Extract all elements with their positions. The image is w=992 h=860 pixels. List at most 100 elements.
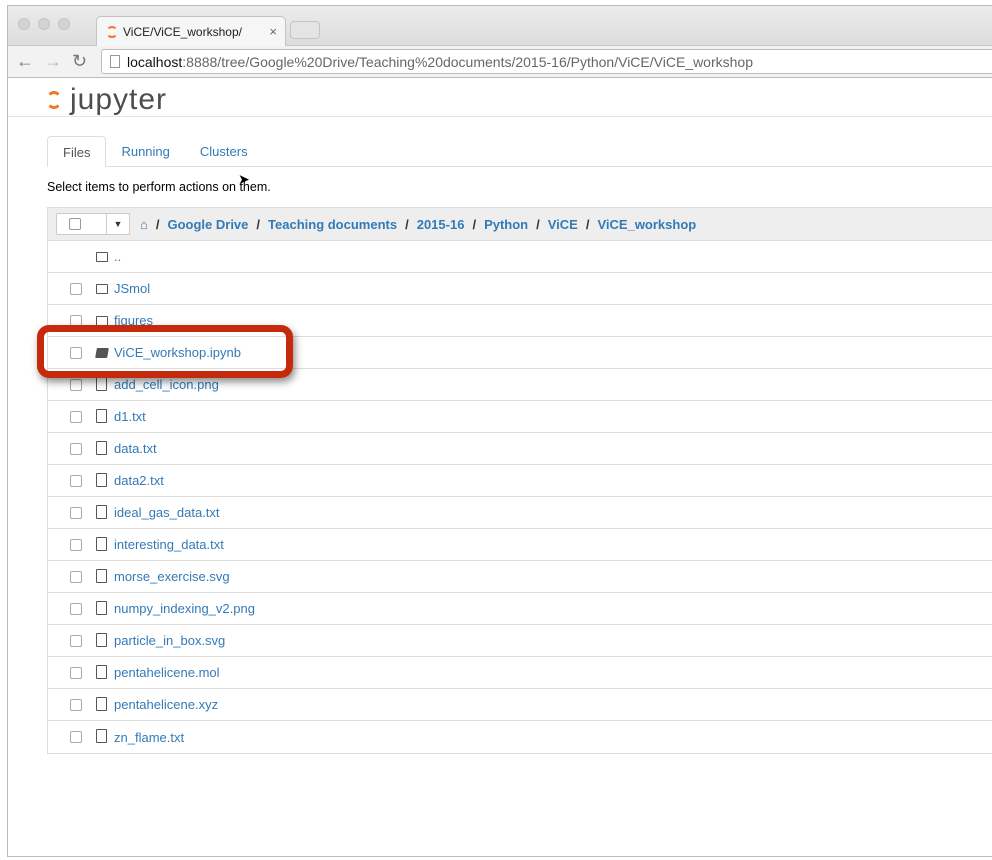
item-link[interactable]: data.txt [114,441,157,456]
breadcrumb-item[interactable]: Teaching documents [268,217,397,232]
breadcrumb-item[interactable]: 2015-16 [417,217,465,232]
jupyter-logo-icon [46,91,62,109]
folder-icon [96,315,108,326]
item-checkbox[interactable] [70,666,82,679]
breadcrumb: / Google Drive / Teaching documents / 2015-16… [148,217,696,232]
item-checkbox[interactable] [70,602,82,615]
file-icon [96,505,107,519]
list-item[interactable]: d1.txt [48,401,992,433]
close-window-button[interactable] [18,18,30,30]
file-icon [96,377,107,391]
list-item[interactable]: morse_exercise.svg [48,561,992,593]
file-icon [96,729,107,743]
address-bar[interactable]: localhost:8888/tree/Google%20Drive/Teach… [101,49,992,74]
item-checkbox[interactable] [70,731,82,743]
list-item[interactable]: pentahelicene.xyz [48,689,992,721]
item-checkbox[interactable] [70,538,82,551]
tab-title: ViCE/ViCE_workshop/ [123,25,242,39]
item-link[interactable]: pentahelicene.mol [114,665,220,680]
main-tabs: Files Running Clusters [47,136,992,167]
list-item[interactable]: numpy_indexing_v2.png [48,593,992,625]
home-icon[interactable]: ⌂ [140,217,148,232]
item-checkbox[interactable] [70,570,82,583]
breadcrumb-item[interactable]: ViCE [548,217,578,232]
forward-icon[interactable]: → [44,51,62,72]
item-link[interactable]: JSmol [114,281,150,296]
breadcrumb-separator: / [405,216,409,232]
list-header: ▼ ⌂ / Google Drive / Teaching documents / 201… [48,208,992,241]
header-divider [8,116,992,117]
tab-bar: ViCE/ViCE_workshop/ × [8,6,992,47]
item-link[interactable]: numpy_indexing_v2.png [114,601,255,616]
file-icon [96,633,107,647]
file-icon [96,409,107,423]
zoom-window-button[interactable] [58,18,70,30]
list-item[interactable]: interesting_data.txt [48,529,992,561]
item-checkbox[interactable] [70,410,82,423]
list-item[interactable]: pentahelicene.mol [48,657,992,689]
item-link[interactable]: particle_in_box.svg [114,633,225,648]
file-icon [96,569,107,583]
item-link[interactable]: pentahelicene.xyz [114,697,218,712]
file-icon [96,537,107,551]
file-icon [96,697,107,711]
folder-icon [96,251,108,262]
item-link[interactable]: .. [114,249,121,264]
list-item[interactable]: data2.txt [48,465,992,497]
logo-text: jupyter [70,83,168,116]
list-item[interactable]: JSmol [48,273,992,305]
item-link[interactable]: zn_flame.txt [114,730,184,745]
item-link[interactable]: data2.txt [114,473,164,488]
file-icon [96,441,107,455]
select-all-dropdown[interactable]: ▼ [56,213,130,235]
url-path: :8888/tree/Google%20Drive/Teaching%20doc… [182,54,753,70]
item-link[interactable]: d1.txt [114,409,146,424]
item-link[interactable]: morse_exercise.svg [114,569,230,584]
folder-icon [96,283,108,294]
list-item[interactable]: data.txt [48,433,992,465]
breadcrumb-item[interactable]: Python [484,217,528,232]
file-icon [96,601,107,615]
breadcrumb-item[interactable]: ViCE_workshop [597,217,696,232]
select-all-checkbox[interactable] [69,218,81,230]
item-link[interactable]: add_cell_icon.png [114,377,219,392]
tab-clusters[interactable]: Clusters [185,136,263,166]
tab-running[interactable]: Running [106,136,184,166]
breadcrumb-item[interactable]: Google Drive [167,217,248,232]
item-link[interactable]: interesting_data.txt [114,537,224,552]
list-item[interactable]: ideal_gas_data.txt [48,497,992,529]
jupyter-favicon-icon [106,26,118,38]
item-checkbox[interactable] [70,698,82,711]
highlight-annotation [37,325,293,378]
mouse-cursor-icon: ➤ [238,171,250,187]
chevron-down-icon[interactable]: ▼ [107,214,129,234]
jupyter-logo[interactable]: jupyter [46,83,167,117]
url-host: localhost [127,54,183,70]
tab-files[interactable]: Files [47,136,107,167]
new-tab-button[interactable] [290,21,320,39]
item-checkbox[interactable] [70,442,82,455]
item-checkbox[interactable] [70,506,82,519]
close-tab-icon[interactable]: × [269,24,277,39]
browser-tab[interactable]: ViCE/ViCE_workshop/ × [96,16,286,47]
list-item[interactable]: .. [48,241,992,273]
file-icon [96,473,107,487]
breadcrumb-separator: / [585,216,590,232]
list-item[interactable]: zn_flame.txt [48,721,992,753]
item-link[interactable]: ideal_gas_data.txt [114,505,220,520]
browser-window: ViCE/ViCE_workshop/× ← → ↻ localhost:888… [7,5,992,857]
back-icon[interactable]: ← [16,51,34,72]
item-checkbox[interactable] [70,474,82,487]
breadcrumb-separator: / [155,216,160,232]
item-checkbox[interactable] [70,634,82,647]
file-list: ▼ ⌂ / Google Drive / Teaching documents / 201… [47,207,992,754]
item-checkbox[interactable] [70,378,82,391]
reload-icon[interactable]: ↻ [72,51,87,72]
item-checkbox[interactable] [70,282,82,295]
browser-toolbar: ← → ↻ localhost:8888/tree/Google%20Drive… [8,46,992,78]
minimize-window-button[interactable] [38,18,50,30]
breadcrumb-separator: / [472,216,477,232]
page-icon [110,55,120,68]
breadcrumb-separator: / [536,216,540,232]
list-item[interactable]: particle_in_box.svg [48,625,992,657]
